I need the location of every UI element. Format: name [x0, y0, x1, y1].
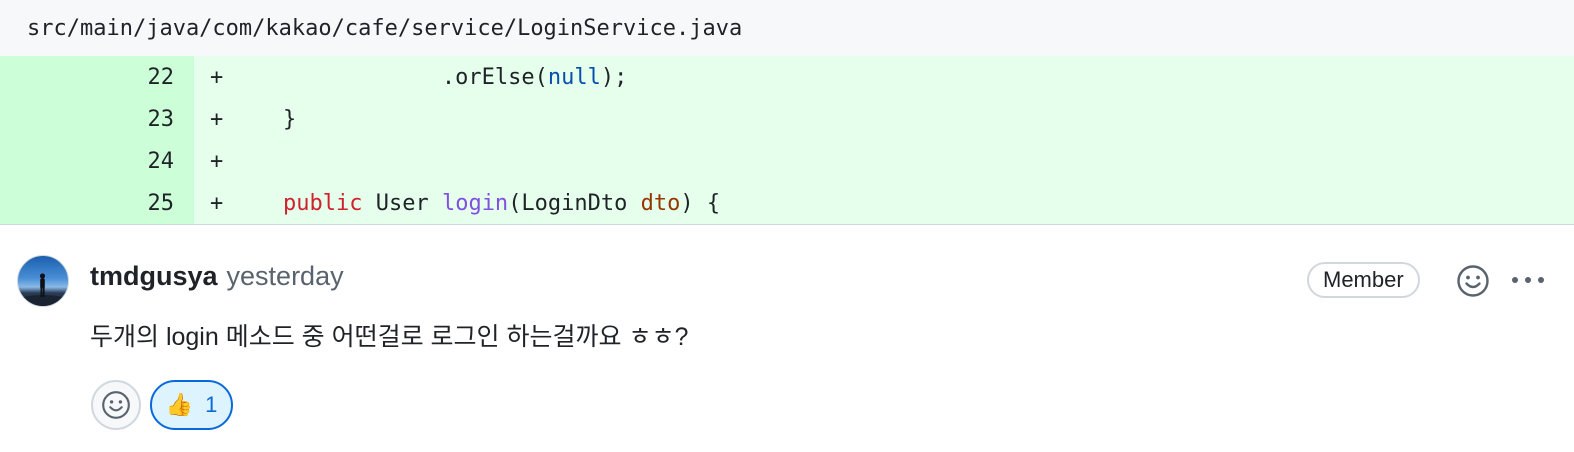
diff-line: 24 +	[0, 140, 1574, 182]
line-number[interactable]: 25	[0, 182, 194, 224]
code-token: .orElse(	[441, 64, 548, 90]
diff-marker: +	[210, 106, 224, 132]
avatar[interactable]	[17, 255, 69, 307]
thumbs-up-reaction[interactable]: 👍 1	[150, 380, 233, 430]
code-line: + }	[194, 98, 1574, 140]
code-literal: null	[547, 64, 601, 90]
file-path-header: src/main/java/com/kakao/cafe/service/Log…	[0, 0, 1574, 56]
diff-line: 23 + }	[0, 98, 1574, 140]
comment-timestamp[interactable]: yesterday	[227, 261, 344, 292]
line-number[interactable]: 24	[0, 140, 194, 182]
add-reaction-button[interactable]	[91, 380, 141, 430]
person-silhouette-icon	[18, 273, 68, 306]
code-token: (LoginDto	[508, 190, 641, 216]
line-number[interactable]: 23	[0, 98, 194, 140]
diff-line: 25 + public User login(LoginDto dto) {	[0, 182, 1574, 224]
code-token: );	[600, 64, 628, 90]
comment-header: tmdgusya yesterday	[90, 261, 344, 292]
code-token: ) {	[680, 190, 721, 216]
code-text: }	[230, 106, 297, 132]
smiley-icon	[1457, 265, 1489, 297]
diff-marker: +	[210, 148, 224, 174]
code-token: User	[362, 190, 442, 216]
diff-marker: +	[210, 190, 224, 216]
code-line: + public User login(LoginDto dto) {	[194, 182, 1574, 224]
code-line: + .orElse(null);	[194, 56, 1574, 98]
reaction-count: 1	[205, 392, 218, 417]
code-parameter: dto	[640, 190, 681, 216]
smiley-icon	[102, 391, 130, 419]
code-text: public User login(LoginDto dto) {	[230, 191, 720, 216]
add-reaction-button[interactable]	[1455, 263, 1491, 299]
diff-view: 22 + .orElse(null); 23 + } 24 + 25 + pub…	[0, 56, 1574, 225]
thumbs-up-icon: 👍	[165, 392, 194, 417]
review-comment: tmdgusya yesterday Member 두개의 login 메소드 …	[0, 225, 1574, 451]
kebab-horizontal-icon	[1512, 277, 1544, 283]
code-keyword: public	[282, 190, 363, 216]
code-text: .orElse(null);	[230, 65, 627, 90]
code-function: login	[441, 190, 509, 216]
diff-marker: +	[210, 64, 224, 90]
author-name[interactable]: tmdgusya	[90, 261, 218, 292]
comment-body: 두개의 login 메소드 중 어떤걸로 로그인 하는걸까요 ㅎㅎ?	[90, 323, 689, 351]
code-line: +	[194, 140, 1574, 182]
diff-line: 22 + .orElse(null);	[0, 56, 1574, 98]
line-number[interactable]: 22	[0, 56, 194, 98]
more-options-button[interactable]	[1510, 270, 1546, 290]
member-badge: Member	[1307, 262, 1420, 298]
file-path: src/main/java/com/kakao/cafe/service/Log…	[27, 15, 743, 41]
